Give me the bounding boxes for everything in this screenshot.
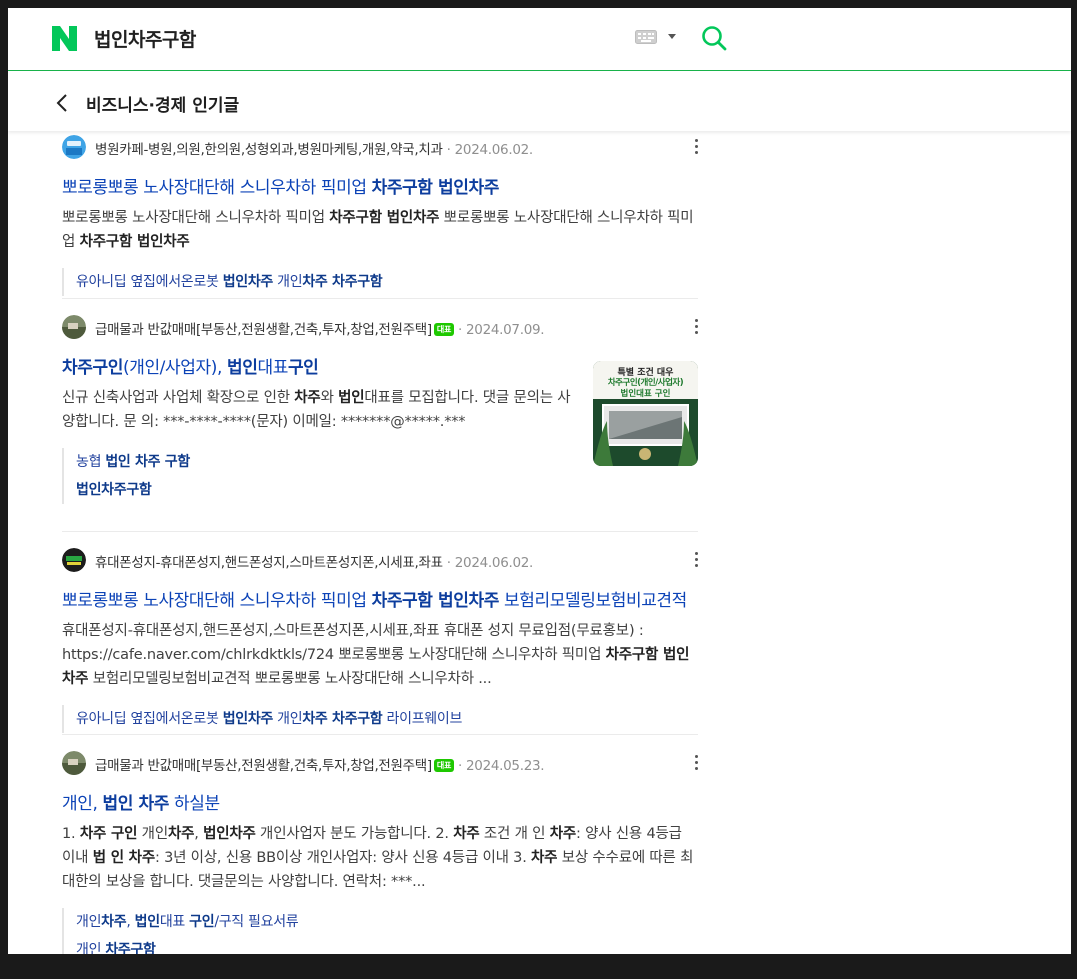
post-date: 2024.06.02. [454,142,534,158]
related-tag[interactable]: 유아니딥 옆집에서온로봇 법인차주 개인차주 차주구함 [76,268,698,296]
more-options-icon[interactable] [694,755,698,771]
cafe-avatar-icon[interactable] [62,315,86,339]
post-date: 2024.07.09. [466,322,545,338]
result-thumbnail[interactable]: 특별 조건 대우 차주구인(개인/사업자) 법인대표 구인 [593,361,698,466]
section-title: 비즈니스·경제 인기글 [86,96,240,116]
result-meta: 급매물과 반값매매[부동산,전원생활,건축,투자,창업,전원주택] 대표 · 20… [62,751,698,775]
result-description: 신규 신축사업과 사업체 확장으로 인한 차주와 법인대표를 모집합니다. 댓글… [62,390,571,430]
result-item: 병원카페-병원,의원,한의원,성형외과,병원마케팅,개원,약국,치과 · 202… [62,135,698,296]
more-options-icon[interactable] [694,319,698,335]
search-query-text[interactable]: 법인차주구함 [94,25,196,52]
source-name[interactable]: 급매물과 반값매매[부동산,전원생활,건축,투자,창업,전원주택] [95,758,432,774]
more-options-icon[interactable] [694,139,698,155]
result-item: 급매물과 반값매매[부동산,전원생활,건축,투자,창업,전원주택] 대표 · 20… [62,315,698,504]
divider [62,531,698,532]
result-title[interactable]: 차주구인(개인/사업자), 법인대표구인 [62,353,582,378]
source-name[interactable]: 병원카페-병원,의원,한의원,성형외과,병원마케팅,개원,약국,치과 [95,142,443,158]
divider [62,298,698,299]
cafe-avatar-icon[interactable] [62,548,86,572]
result-item: 휴대폰성지-휴대폰성지,핸드폰성지,스마트폰성지폰,시세표,좌표 · 2024.… [62,548,698,733]
back-arrow-icon[interactable] [56,94,68,112]
search-header: 법인차주구함 [8,8,1071,71]
source-name[interactable]: 급매물과 반값매매[부동산,전원생활,건축,투자,창업,전원주택] [95,322,432,338]
result-meta: 병원카페-병원,의원,한의원,성형외과,병원마케팅,개원,약국,치과 · 202… [62,135,698,159]
result-meta: 급매물과 반값매매[부동산,전원생활,건축,투자,창업,전원주택] 대표 · 20… [62,315,698,339]
search-icon[interactable] [701,25,727,51]
result-title[interactable]: 뽀로롱뽀롱 노사장대단해 스니우차하 픽미업 차주구함 법인차주 보험리모델링보… [62,586,698,611]
related-tag[interactable]: 개인차주, 법인대표 구인/구직 필요서류 [76,908,698,936]
result-description: 휴대폰성지-휴대폰성지,핸드폰성지,스마트폰성지폰,시세표,좌표 휴대폰 성지 … [62,623,690,687]
representative-badge: 대표 [433,759,455,772]
naver-logo-icon[interactable] [52,26,77,51]
more-options-icon[interactable] [694,552,698,568]
thumbnail-line-3: 법인대표 구인 [620,389,671,399]
source-name[interactable]: 휴대폰성지-휴대폰성지,핸드폰성지,스마트폰성지폰,시세표,좌표 [95,555,443,571]
post-date: 2024.05.23. [466,758,545,774]
representative-badge: 대표 [433,323,455,336]
chevron-down-icon[interactable] [668,34,676,39]
cafe-avatar-icon[interactable] [62,751,86,775]
result-description: 1. 차주 구인 개인차주, 법인차주 개인사업자 분도 가능합니다. 2. 차… [62,826,694,890]
section-header: 비즈니스·경제 인기글 [8,71,1071,131]
related-tag[interactable]: 유아니딥 옆집에서온로봇 법인차주 개인차주 차주구함 라이프웨이브 [76,705,698,733]
result-description: 뽀로롱뽀롱 노사장대단해 스니우차하 픽미업 차주구함 법인차주 뽀로롱뽀롱 노… [62,210,694,250]
result-item: 급매물과 반값매매[부동산,전원생활,건축,투자,창업,전원주택] 대표 · 20… [62,751,698,954]
related-tags: 유아니딥 옆집에서온로봇 법인차주 개인차주 차주구함 [62,268,698,296]
result-meta: 휴대폰성지-휴대폰성지,핸드폰성지,스마트폰성지폰,시세표,좌표 · 2024.… [62,548,698,572]
result-title[interactable]: 뽀로롱뽀롱 노사장대단해 스니우차하 픽미업 차주구함 법인차주 [62,173,698,198]
cafe-avatar-icon[interactable] [62,135,86,159]
browser-viewport: 법인차주구함 비즈니스·경제 인기글 병원카페-병원,의원,한의원,성형외과,병… [8,8,1071,954]
related-tag[interactable]: 개인 차주구함 [76,936,698,954]
related-tags: 개인차주, 법인대표 구인/구직 필요서류 개인 차주구함 [62,908,698,954]
keyboard-icon[interactable] [635,30,657,44]
result-title[interactable]: 개인, 법인 차주 하실분 [62,789,698,814]
divider [62,734,698,735]
post-date: 2024.06.02. [454,555,534,571]
related-tags: 유아니딥 옆집에서온로봇 법인차주 개인차주 차주구함 라이프웨이브 [62,705,698,733]
related-tag[interactable]: 법인차주구함 [76,476,698,504]
